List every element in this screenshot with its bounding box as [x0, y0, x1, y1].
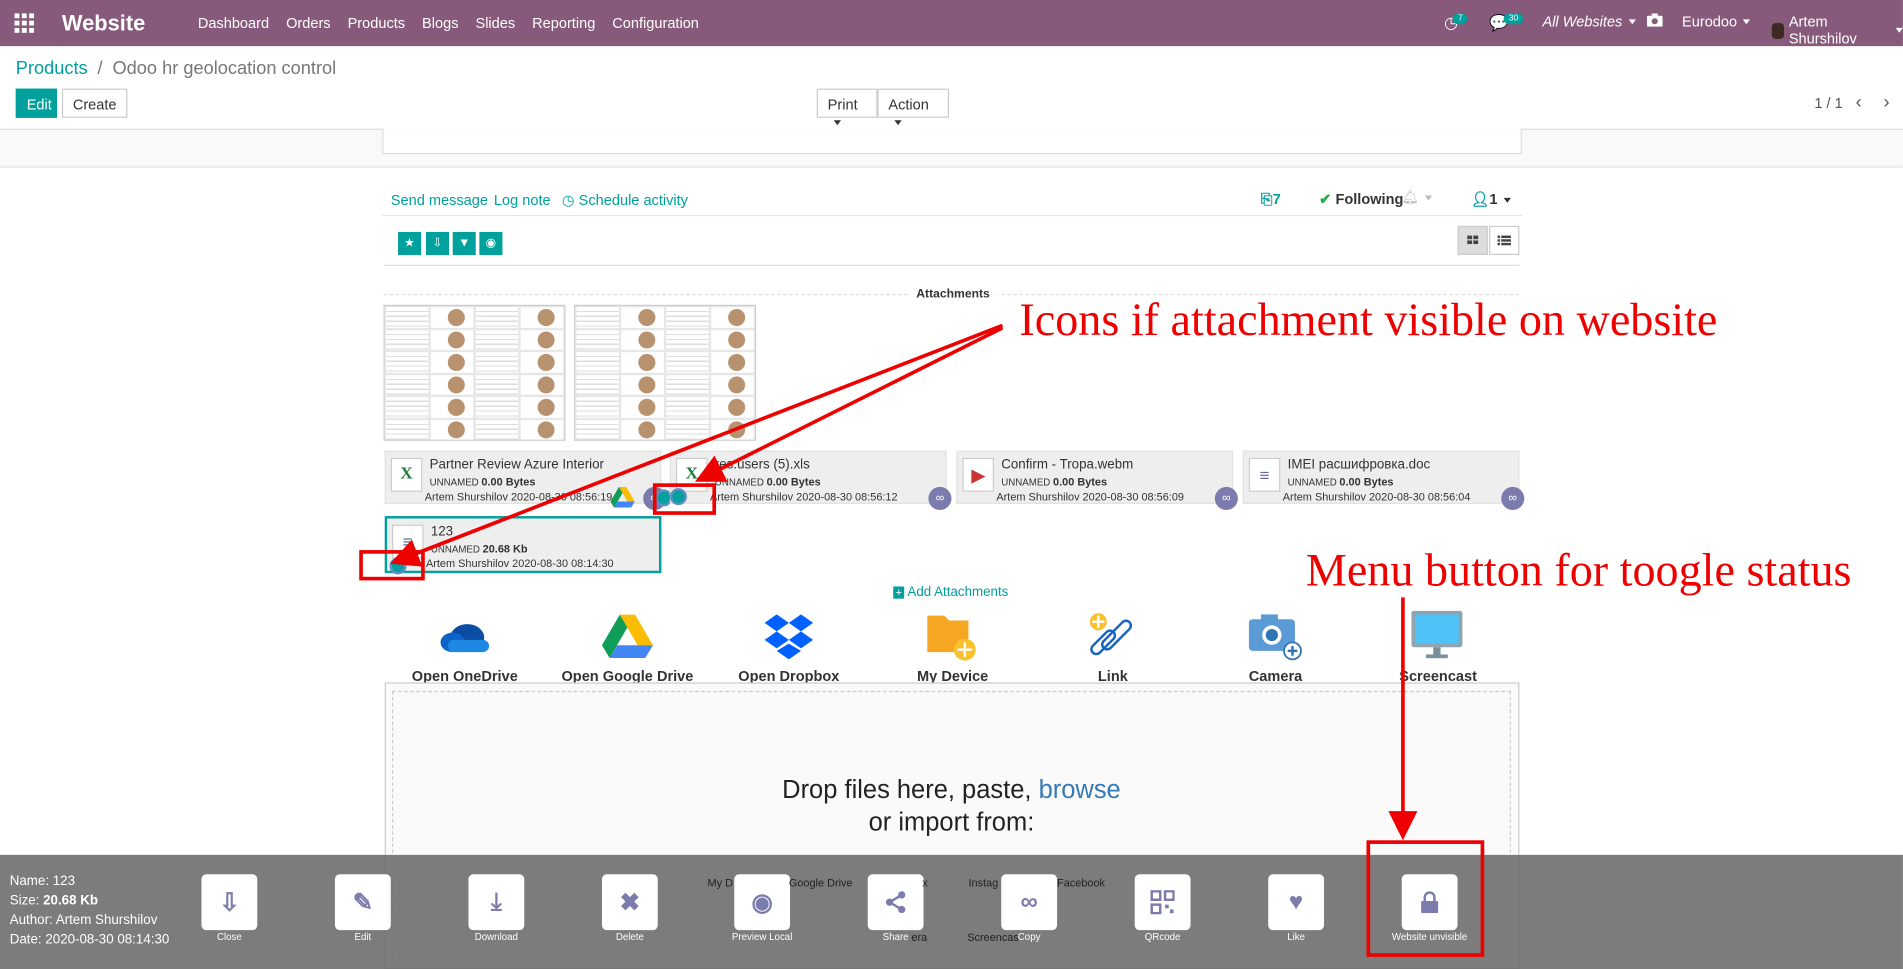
import-dropbox[interactable]: x	[922, 877, 927, 889]
import-instagram[interactable]: Instag	[968, 877, 998, 889]
import-facebook[interactable]: Facebook	[1057, 877, 1105, 889]
import-google-drive[interactable]: Google Drive	[789, 877, 853, 889]
import-screencast[interactable]: Screencas	[967, 931, 1019, 943]
annotation-arrows	[390, 323, 1418, 841]
import-camera[interactable]: era	[911, 931, 927, 943]
import-my-device[interactable]: My D	[708, 877, 733, 889]
